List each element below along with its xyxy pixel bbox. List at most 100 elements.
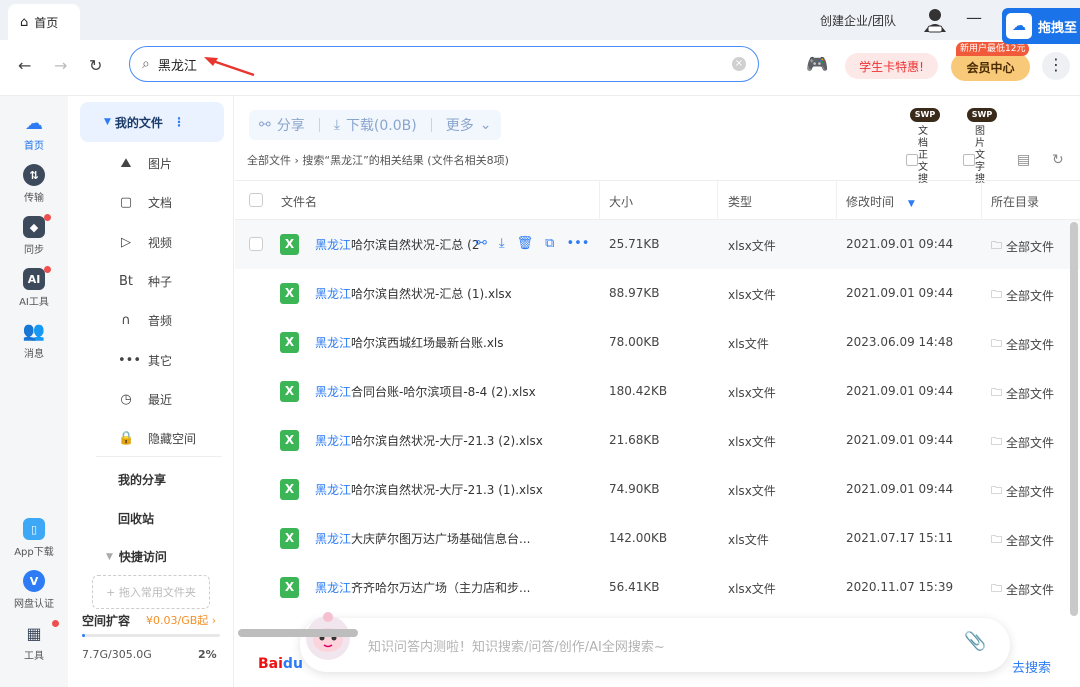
file-name[interactable]: 黑龙江合同台账-哈尔滨项目-8-4 (2).xlsx	[315, 383, 536, 400]
sidebar-item-hidden-space[interactable]: 🔒 隐藏空间	[118, 430, 196, 447]
rail-item-verify[interactable]: V 网盘认证	[0, 570, 68, 610]
rail-item-transfer[interactable]: ⇅ 传输	[0, 164, 68, 204]
rail-label: App下载	[14, 547, 54, 558]
file-name-rest: 齐齐哈尔万达广场（主力店和步...	[351, 581, 531, 595]
header-modified[interactable]: 修改时间 ▼	[846, 193, 915, 210]
attachment-icon[interactable]: 📎	[964, 631, 986, 652]
file-name[interactable]: 黑龙江哈尔滨自然状况-大厅-21.3 (1).xlsx	[315, 481, 543, 498]
sidebar-item-torrents[interactable]: Bt 种子	[118, 273, 172, 290]
rail-item-sync[interactable]: ◆ 同步	[0, 214, 68, 256]
annotation-arrow-icon	[204, 57, 255, 77]
minimize-button[interactable]: —	[966, 8, 982, 27]
search-link[interactable]: 去搜索	[1012, 657, 1051, 676]
header-type[interactable]: 类型	[728, 193, 752, 210]
file-modified: 2023.06.09 14:48	[846, 335, 954, 349]
download-icon[interactable]: ⤓	[499, 236, 505, 251]
copy-icon[interactable]: ⧉	[545, 236, 554, 251]
sidebar-item-audio[interactable]: ∩ 音频	[118, 312, 172, 329]
more-options-icon[interactable]: ⋮	[173, 115, 185, 129]
file-directory[interactable]: 🗀 全部文件	[991, 580, 1054, 599]
quick-access-header[interactable]: ▼ 快捷访问	[106, 548, 167, 565]
file-directory[interactable]: 🗀 全部文件	[991, 482, 1054, 501]
rail-label: 同步	[24, 245, 44, 256]
sidebar-item-recycle-bin[interactable]: 回收站	[118, 510, 154, 527]
more-menu-button[interactable]: ⋮	[1042, 52, 1070, 80]
table-row[interactable]: X 黑龙江齐齐哈尔万达广场（主力店和步... 56.41KB xlsx文件 2020.1…	[235, 563, 1080, 612]
back-icon[interactable]: ←	[18, 56, 31, 75]
storage-percent: 2%	[198, 648, 217, 661]
file-directory[interactable]: 🗀 全部文件	[991, 335, 1054, 354]
rail-item-messages[interactable]: 👥 消息	[0, 320, 68, 361]
sidebar-item-videos[interactable]: ▷ 视频	[118, 234, 172, 251]
drag-upload-button[interactable]: ☁ 拖拽至	[1002, 8, 1080, 44]
download-button[interactable]: ⤓ 下载(0.0B)	[334, 115, 417, 135]
rail-label: 网盘认证	[14, 599, 54, 610]
rail-item-home[interactable]: ☁ 首页	[0, 106, 68, 158]
file-type: xlsx文件	[728, 239, 776, 253]
file-name[interactable]: 黑龙江大庆萨尔图万达广场基础信息台...	[315, 530, 530, 547]
drop-folder-zone[interactable]: + 拖入常用文件夹	[92, 575, 210, 609]
header-size[interactable]: 大小	[609, 193, 633, 210]
my-files-item[interactable]: ▼ 我的文件 ⋮	[80, 102, 224, 142]
grid-view-icon[interactable]: ▤	[1017, 152, 1030, 168]
fulltext-search-label: 文档正文搜	[918, 126, 928, 185]
sidebar-item-other[interactable]: ••• 其它	[118, 352, 172, 369]
file-size: 21.68KB	[609, 433, 660, 447]
file-directory[interactable]: 🗀 全部文件	[991, 433, 1054, 452]
horizontal-scrollbar[interactable]	[238, 629, 358, 637]
clear-search-icon[interactable]: ×	[732, 57, 746, 71]
create-team-link[interactable]: 创建企业/团队	[820, 12, 896, 29]
select-all-checkbox[interactable]	[249, 193, 263, 207]
header-name[interactable]: 文件名	[281, 193, 317, 210]
user-avatar[interactable]	[922, 6, 948, 34]
file-name[interactable]: 黑龙江齐齐哈尔万达广场（主力店和步...	[315, 579, 530, 596]
image-text-search-checkbox[interactable]	[963, 154, 975, 166]
ai-assistant-bar[interactable]: 知识问答内测啦！知识搜索/问答/创作/AI全网搜索~ 📎	[300, 612, 1010, 672]
header-directory[interactable]: 所在目录	[991, 193, 1039, 210]
rail-item-ai[interactable]: AI AI工具	[0, 266, 68, 308]
more-icon[interactable]: •••	[566, 236, 589, 251]
gamepad-icon[interactable]: 🎮	[806, 54, 828, 75]
breadcrumb-root[interactable]: 全部文件	[247, 154, 291, 167]
refresh-icon[interactable]: ↻	[89, 56, 102, 75]
file-name[interactable]: 黑龙江哈尔滨自然状况-汇总 (2	[315, 236, 479, 253]
sidebar-item-my-share[interactable]: 我的分享	[118, 471, 166, 488]
baidu-logo: Baidu	[258, 656, 303, 672]
fulltext-search-checkbox[interactable]	[906, 154, 918, 166]
rail-item-app-download[interactable]: ▯ App下载	[0, 518, 68, 558]
title-bar: ⌂ 首页 创建企业/团队 — ☁ 拖拽至	[0, 0, 1080, 44]
file-directory[interactable]: 🗀 全部文件	[991, 286, 1054, 305]
table-row[interactable]: X 黑龙江哈尔滨西城红场最新台账.xls 78.00KB xls文件 2023.06.0…	[235, 318, 1080, 367]
table-row[interactable]: X 黑龙江哈尔滨自然状况-大厅-21.3 (1).xlsx 74.90KB xlsx文…	[235, 465, 1080, 514]
tab-home[interactable]: ⌂ 首页	[8, 4, 80, 40]
table-row[interactable]: X 黑龙江哈尔滨自然状况-大厅-21.3 (2).xlsx 21.68KB xlsx文…	[235, 416, 1080, 465]
member-center-button[interactable]: 会员中心	[951, 53, 1030, 81]
vertical-scrollbar[interactable]	[1070, 222, 1078, 616]
file-directory[interactable]: 🗀 全部文件	[991, 531, 1054, 550]
table-row[interactable]: X 黑龙江大庆萨尔图万达广场基础信息台... 142.00KB xls文件 2021.0…	[235, 514, 1080, 563]
file-size: 74.90KB	[609, 482, 660, 496]
file-modified: 2021.09.01 09:44	[846, 384, 954, 398]
forward-icon[interactable]: →	[54, 56, 67, 75]
sidebar-item-images[interactable]: ⛰ 图片	[118, 155, 172, 172]
trash-icon[interactable]: 🗑	[517, 236, 534, 251]
sidebar-item-documents[interactable]: ▢ 文档	[118, 194, 172, 211]
refresh-icon[interactable]: ↻	[1052, 152, 1064, 168]
rail-item-tools[interactable]: ▦ 工具	[0, 620, 68, 662]
share-icon[interactable]: ⚯	[476, 236, 487, 251]
more-button[interactable]: 更多 ⌄	[446, 115, 492, 135]
ai-input-placeholder[interactable]: 知识问答内测啦！知识搜索/问答/创作/AI全网搜索~	[368, 636, 665, 655]
storage-price-link[interactable]: ¥0.03/GB起 ›	[146, 612, 216, 628]
share-button[interactable]: ⚯ 分享	[259, 115, 305, 135]
file-name[interactable]: 黑龙江哈尔滨自然状况-大厅-21.3 (2).xlsx	[315, 432, 543, 449]
row-checkbox[interactable]	[249, 237, 263, 251]
file-name[interactable]: 黑龙江哈尔滨自然状况-汇总 (1).xlsx	[315, 285, 512, 302]
sidebar-item-recent[interactable]: ◷ 最近	[118, 391, 172, 408]
table-row[interactable]: X 黑龙江哈尔滨自然状况-汇总 (2 ⚯ ⤓ 🗑 ⧉ ••• 25.71KB xlsx文件 202…	[235, 220, 1080, 269]
file-name[interactable]: 黑龙江哈尔滨西城红场最新台账.xls	[315, 334, 504, 351]
file-directory[interactable]: 🗀 全部文件	[991, 384, 1054, 403]
student-card-button[interactable]: 学生卡特惠!	[845, 53, 938, 79]
table-row[interactable]: X 黑龙江哈尔滨自然状况-汇总 (1).xlsx 88.97KB xlsx文件 2021…	[235, 269, 1080, 318]
table-row[interactable]: X 黑龙江合同台账-哈尔滨项目-8-4 (2).xlsx 180.42KB xlsx文…	[235, 367, 1080, 416]
file-directory[interactable]: 🗀 全部文件	[991, 237, 1054, 256]
